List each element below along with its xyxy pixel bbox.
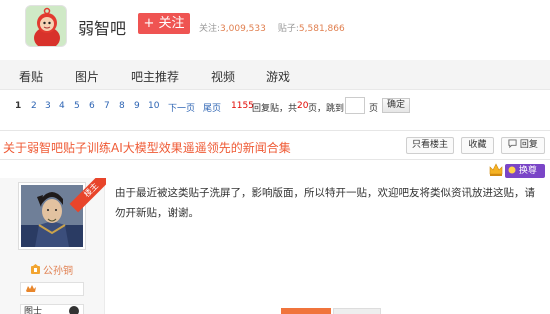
- post-username[interactable]: 公孙铜: [30, 262, 73, 277]
- next-page-link[interactable]: 下一页: [168, 101, 195, 114]
- follow-count-label: 关注:: [199, 24, 221, 34]
- badge-icon: [508, 166, 516, 174]
- page-link-current[interactable]: 1: [15, 101, 21, 111]
- follow-count: 3,009,533: [220, 24, 266, 34]
- jump-label: 跳到: [326, 104, 345, 114]
- page-link[interactable]: 6: [89, 101, 95, 111]
- page-link[interactable]: 9: [134, 101, 140, 111]
- teletubby-icon: [26, 6, 66, 46]
- member-icon: [31, 264, 40, 274]
- username-text: 公孙铜: [43, 266, 73, 277]
- pagination: 1 2 3 4 5 6 7 8 9 10 下一页 尾页 1155 回复贴，共 2…: [0, 97, 550, 119]
- collect-button[interactable]: 收藏: [461, 137, 494, 154]
- thread-title-bar: 关于弱智吧贴子训练AI大模型效果遥遥领先的新闻合集 只看楼主 收藏 回复: [0, 130, 550, 160]
- page-total: 20: [297, 101, 309, 111]
- page-link[interactable]: 7: [104, 101, 110, 111]
- post-secondary-button[interactable]: [333, 308, 381, 314]
- thread-title[interactable]: 关于弱智吧贴子训练AI大模型效果遥遥领先的新闻合集: [3, 139, 291, 156]
- crown-icon: [489, 163, 503, 176]
- page-link[interactable]: 2: [31, 101, 37, 111]
- last-page-link[interactable]: 尾页: [203, 101, 221, 114]
- post-action-button[interactable]: [281, 308, 331, 314]
- user-title-text: 图士: [24, 307, 43, 314]
- forum-header: 弱智吧 + 关注 关注:3,009,533 贴子:5,581,866: [0, 0, 550, 60]
- page-link[interactable]: 5: [74, 101, 80, 111]
- post-content: 由于最近被这类贴子洗屏了，影响版面，所以特开一贴，欢迎吧友将类似资讯放进这贴，请…: [115, 187, 535, 219]
- user-title-box: 图士: [20, 304, 84, 314]
- page-link[interactable]: 3: [45, 101, 51, 111]
- page-suffix: 页，: [308, 104, 327, 114]
- reply-icon: [508, 139, 517, 149]
- nav-item-recommend[interactable]: 吧主推荐: [131, 68, 179, 85]
- nav-item-games[interactable]: 游戏: [266, 68, 290, 85]
- reply-count: 1155: [231, 101, 254, 111]
- op-ribbon: 楼主: [66, 178, 106, 218]
- reply-button-label: 回复: [519, 140, 538, 150]
- page-link[interactable]: 4: [59, 101, 65, 111]
- reply-suffix: 回复贴，共: [252, 104, 298, 114]
- nav-item-videos[interactable]: 视频: [211, 68, 235, 85]
- exchange-label: 换尊: [518, 166, 537, 176]
- nav-item-posts[interactable]: 看贴: [19, 68, 43, 85]
- page-unit: 页: [369, 104, 379, 114]
- op-ribbon-label: 楼主: [69, 178, 106, 213]
- exchange-badge[interactable]: 换尊: [505, 164, 545, 178]
- forum-name: 弱智吧: [78, 19, 127, 38]
- page-link[interactable]: 8: [119, 101, 125, 111]
- user-level[interactable]: [20, 282, 84, 296]
- post-count-label: 贴子:: [277, 24, 299, 34]
- forum-stats: 关注:3,009,533 贴子:5,581,866: [199, 21, 345, 34]
- post-count: 5,581,866: [298, 24, 345, 34]
- nav-item-images[interactable]: 图片: [75, 68, 99, 85]
- page-link[interactable]: 10: [148, 101, 159, 111]
- forum-nav: 看贴 图片 吧主推荐 视频 游戏: [0, 60, 550, 90]
- level-icon: [26, 285, 36, 292]
- jump-ok-button[interactable]: 确定: [382, 98, 410, 113]
- reply-button[interactable]: 回复: [501, 137, 545, 154]
- only-op-button[interactable]: 只看楼主: [406, 137, 454, 154]
- forum-avatar[interactable]: [25, 5, 67, 47]
- post-author-panel: 楼主 公孙铜 图士: [0, 178, 106, 314]
- mini-avatar: [69, 306, 79, 314]
- follow-button[interactable]: + 关注: [138, 13, 190, 34]
- jump-page-input[interactable]: [345, 97, 365, 114]
